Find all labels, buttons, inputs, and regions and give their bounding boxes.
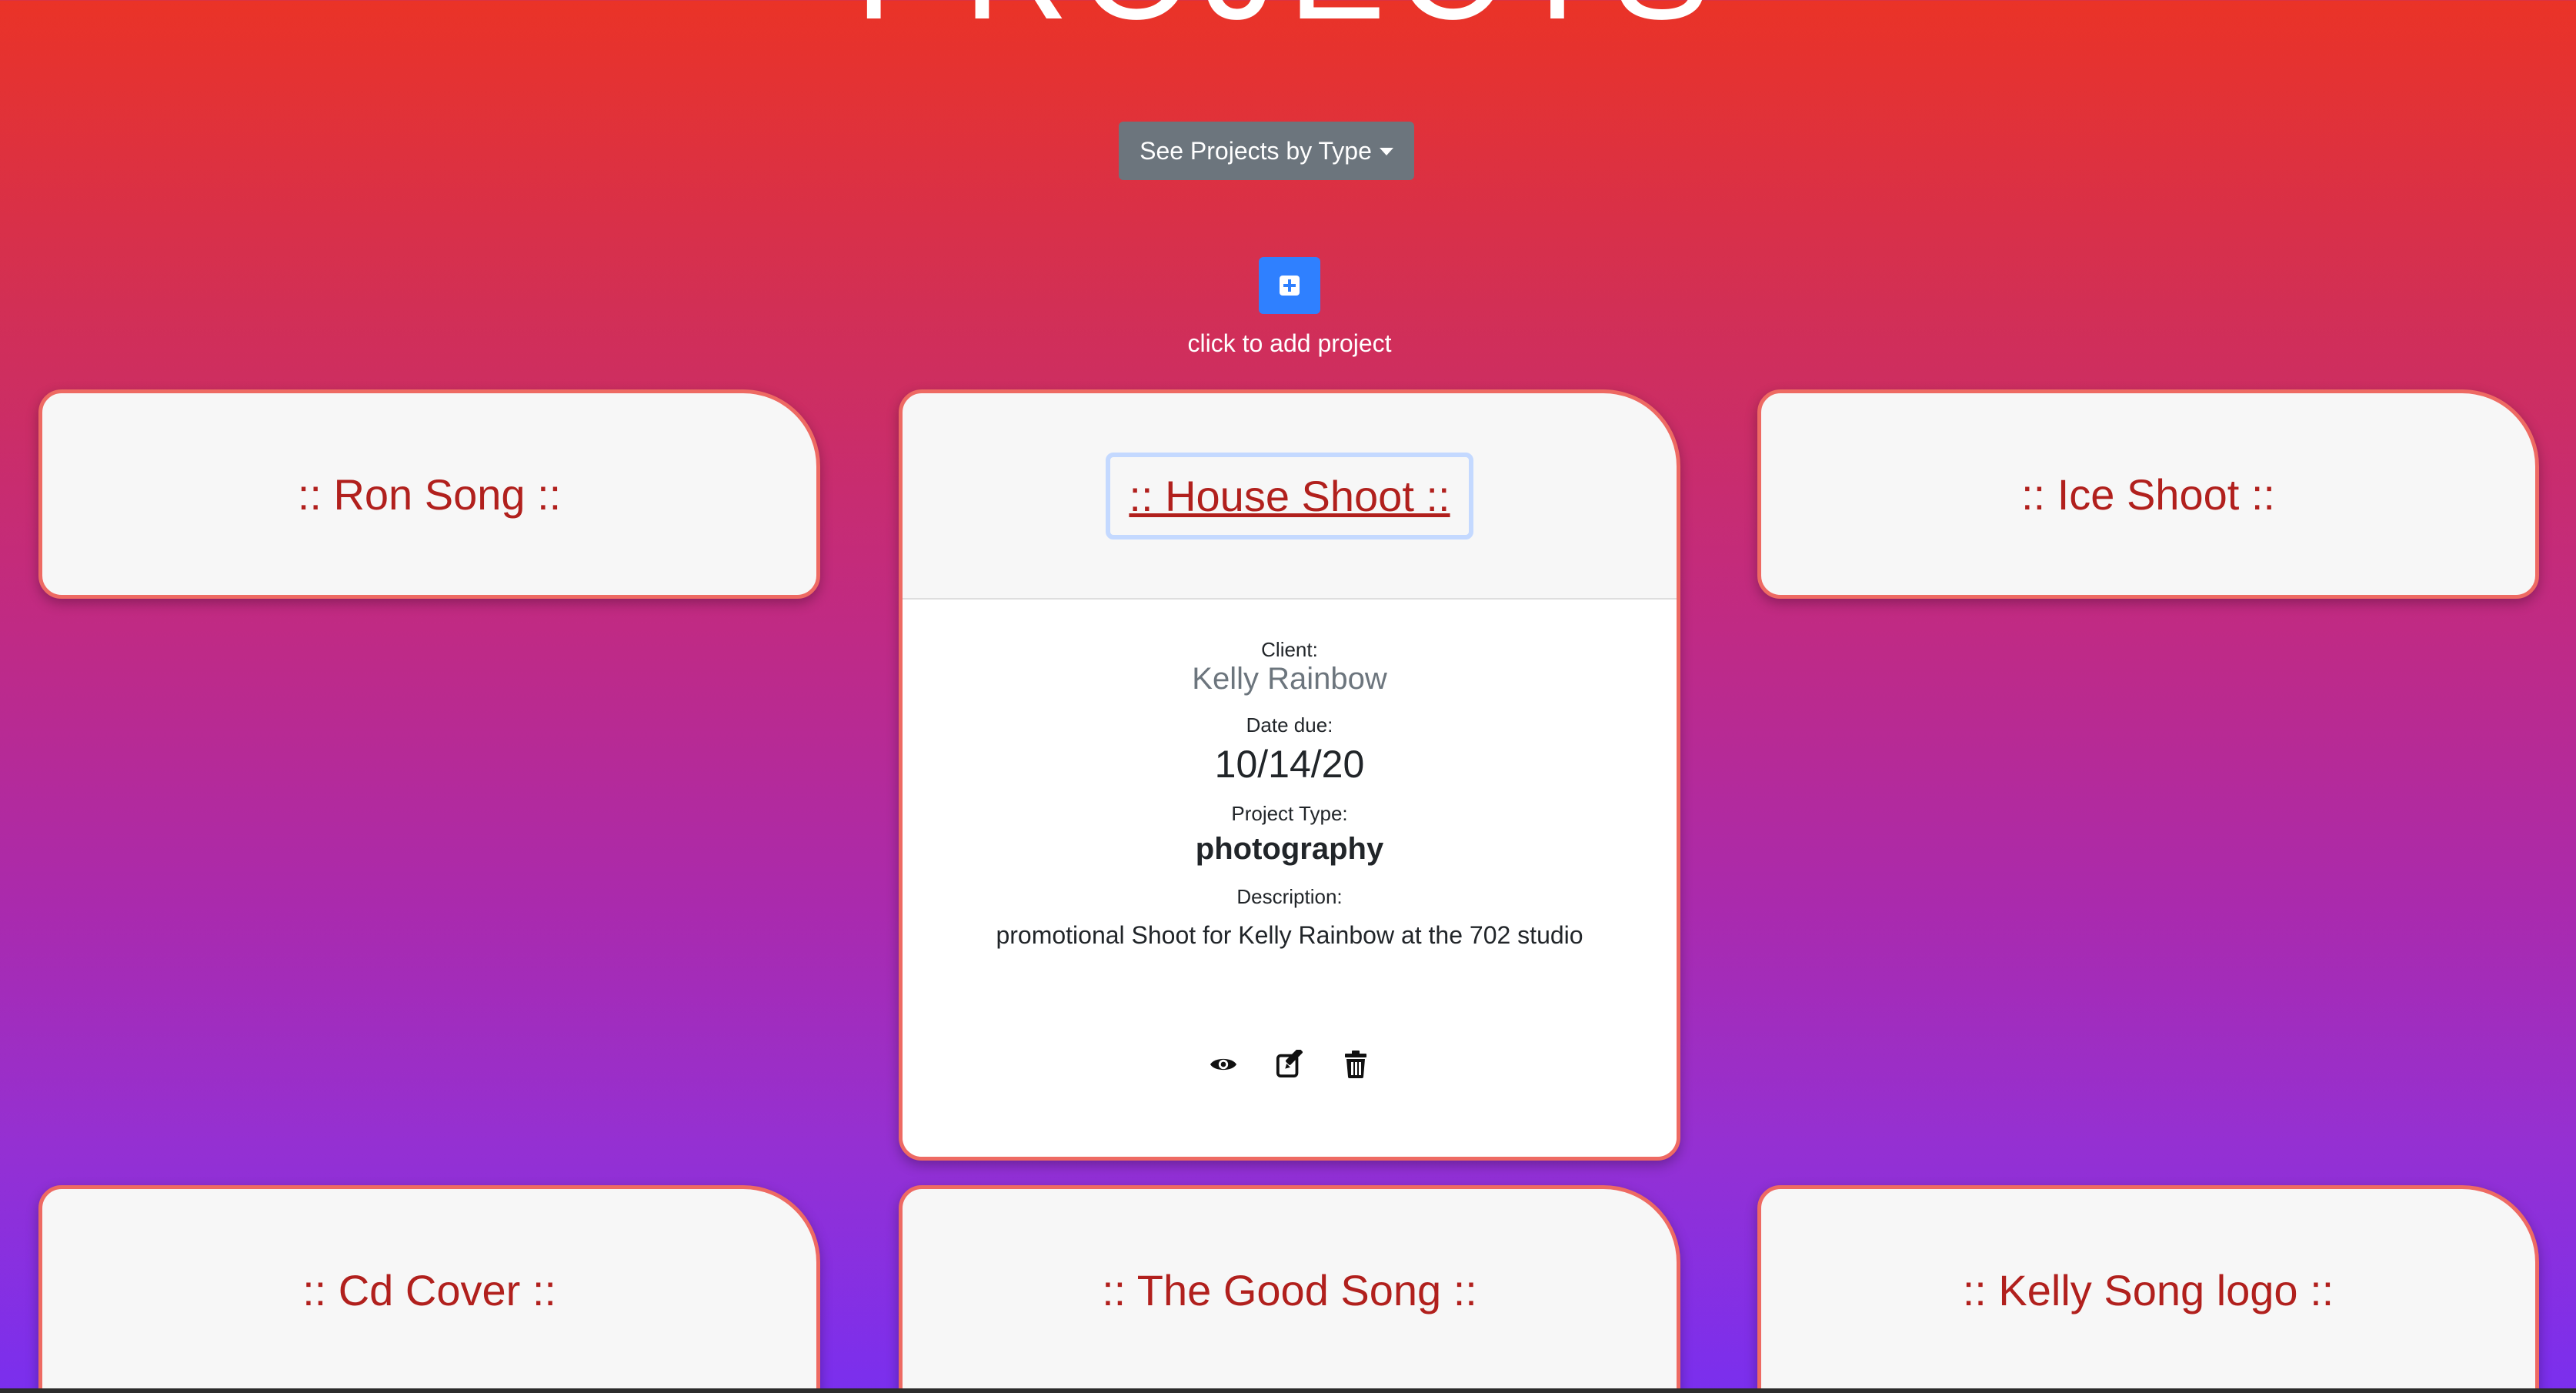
- date-due-value: 10/14/20: [1214, 743, 1365, 786]
- card-header: :: Kelly Song logo ::: [1761, 1189, 2535, 1391]
- project-title[interactable]: :: Kelly Song logo ::: [1963, 1265, 2334, 1315]
- client-value: Kelly Rainbow: [1192, 662, 1387, 696]
- project-type-label: Project Type:: [1231, 802, 1348, 825]
- project-card-expanded[interactable]: :: House Shoot :: Client: Kelly Rainbow …: [899, 389, 1680, 1161]
- add-project-button[interactable]: [1259, 257, 1320, 314]
- card-actions: [903, 1050, 1677, 1078]
- project-card[interactable]: :: Ron Song ::: [38, 389, 820, 599]
- project-title[interactable]: :: Cd Cover ::: [302, 1265, 556, 1315]
- caret-down-icon: [1379, 148, 1393, 155]
- project-title[interactable]: :: Ron Song ::: [298, 469, 561, 519]
- project-title-link-focus[interactable]: :: House Shoot ::: [1106, 452, 1473, 539]
- plus-square-icon: [1280, 276, 1300, 296]
- project-title[interactable]: :: The Good Song ::: [1102, 1265, 1477, 1315]
- card-header: :: House Shoot ::: [903, 393, 1677, 600]
- card-header: :: Ice Shoot ::: [1761, 393, 2535, 595]
- project-title[interactable]: :: Ice Shoot ::: [2021, 469, 2275, 519]
- description-value: promotional Shoot for Kelly Rainbow at t…: [996, 921, 1583, 949]
- description-label: Description:: [1236, 885, 1343, 908]
- bottom-edge-strip: [0, 1388, 2576, 1393]
- project-title-link[interactable]: :: House Shoot ::: [1129, 472, 1450, 520]
- card-header: :: Cd Cover ::: [42, 1189, 816, 1391]
- project-card[interactable]: :: Ice Shoot ::: [1757, 389, 2539, 599]
- eye-icon[interactable]: [1210, 1051, 1237, 1078]
- edit-icon[interactable]: [1276, 1050, 1303, 1078]
- trash-icon[interactable]: [1342, 1051, 1370, 1078]
- project-card[interactable]: :: The Good Song ::: [899, 1185, 1680, 1393]
- project-type-value: photography: [1195, 832, 1384, 866]
- card-body: Client: Kelly Rainbow Date due: 10/14/20…: [903, 600, 1677, 1157]
- date-due-label: Date due:: [1246, 713, 1333, 737]
- client-label: Client:: [1261, 638, 1318, 661]
- card-header: :: The Good Song ::: [903, 1189, 1677, 1391]
- dropdown-label: See Projects by Type: [1140, 136, 1372, 165]
- project-type-dropdown-button[interactable]: See Projects by Type: [1119, 122, 1414, 180]
- add-project-label: click to add project: [1187, 329, 1392, 357]
- card-header: :: Ron Song ::: [42, 393, 816, 595]
- project-card[interactable]: :: Cd Cover ::: [38, 1185, 820, 1393]
- project-card[interactable]: :: Kelly Song logo ::: [1757, 1185, 2539, 1393]
- page-title: PROJECTS: [0, 0, 2576, 52]
